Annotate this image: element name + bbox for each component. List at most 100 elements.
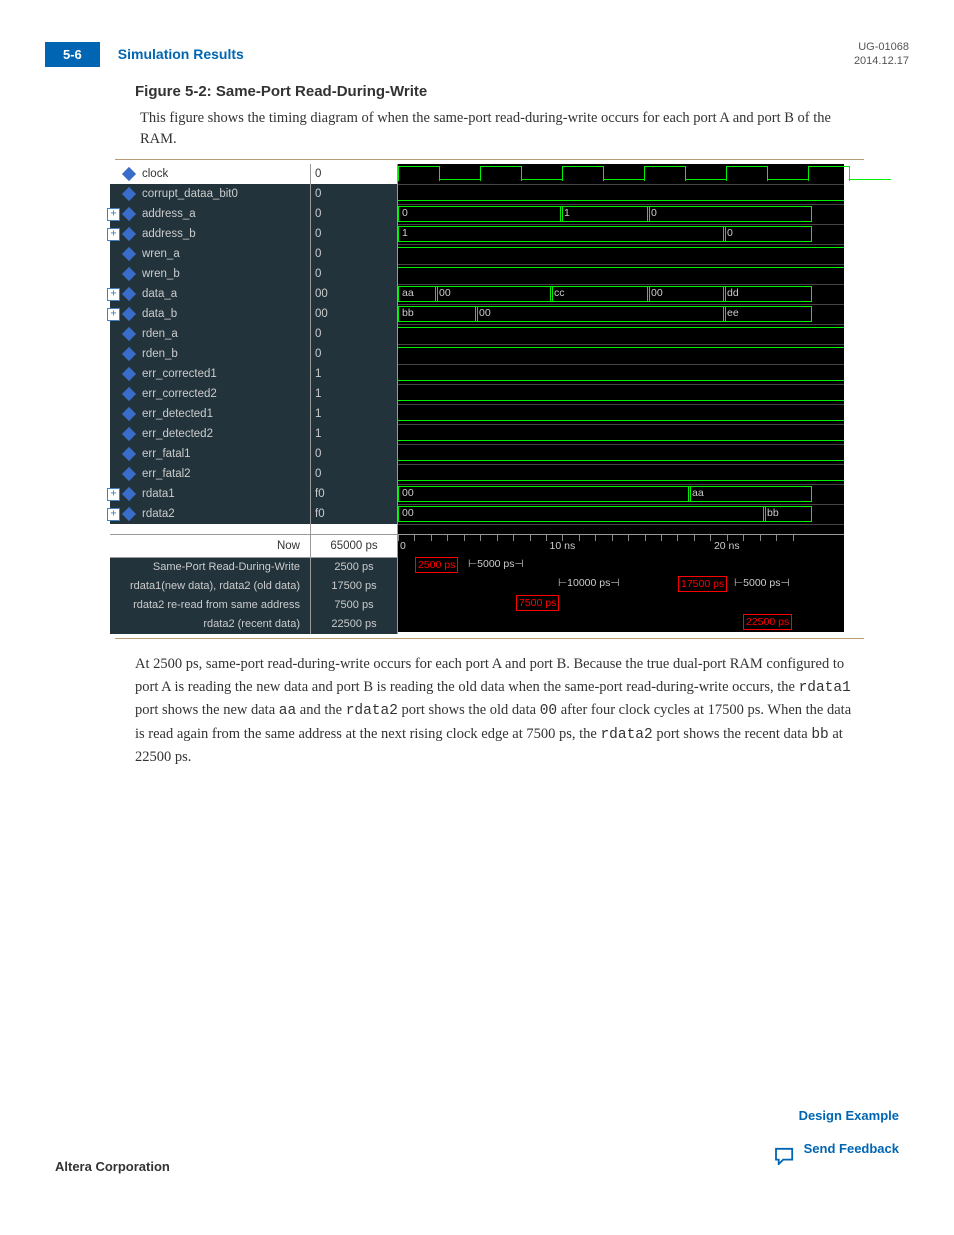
signal-name-clock[interactable]: clock [110,164,310,184]
signal-icon [122,347,136,361]
signal-value: f0 [311,484,397,504]
signal-value: 0 [311,344,397,364]
cursor-name[interactable]: rdata1(new data), rdata2 (old data) [110,577,310,596]
signal-icon [122,207,136,221]
signal-name-err_detected1[interactable]: err_detected1 [110,404,310,424]
design-example-link[interactable]: Design Example [774,1108,899,1123]
figure-bottom-rule [115,638,864,639]
signal-icon [122,407,136,421]
cursor-value: 7500 ps [311,596,397,615]
waveform-viewer: clockcorrupt_dataa_bit0+address_a+addres… [110,164,844,634]
wave-lane [398,364,844,385]
wave-lane [398,404,844,425]
signal-value: f0 [311,504,397,524]
signal-name-rdata1[interactable]: +rdata1 [110,484,310,504]
footer-company: Altera Corporation [55,1159,170,1174]
expand-icon[interactable]: + [107,208,120,221]
signal-name-wren_b[interactable]: wren_b [110,264,310,284]
signal-icon [122,247,136,261]
signal-value: 0 [311,164,397,184]
signal-name-rdata2[interactable]: +rdata2 [110,504,310,524]
expand-icon[interactable]: + [107,508,120,521]
wave-lane [398,424,844,445]
signal-value: 0 [311,444,397,464]
signal-value: 0 [311,264,397,284]
wave-lane: aa00cc00dd [398,284,844,305]
figure-caption: This figure shows the timing diagram of … [140,108,864,152]
signal-value: 00 [311,304,397,324]
wave-lane [398,324,844,345]
signal-icon [122,367,136,381]
wave-lane [398,464,844,485]
body-paragraph: At 2500 ps, same-port read-during-write … [135,653,864,768]
signal-value: 0 [311,204,397,224]
signal-icon [122,327,136,341]
page-footer: Altera Corporation Design Example Send F… [45,1108,909,1174]
signal-icon [122,427,136,441]
cursor-value: 2500 ps [311,558,397,577]
cursor-name[interactable]: rdata2 (recent data) [110,615,310,634]
send-feedback-link[interactable]: Send Feedback [804,1141,899,1156]
signal-value: 0 [311,324,397,344]
doc-date: 2014.12.17 [854,54,909,68]
wave-lane [398,384,844,405]
signal-name-err_fatal1[interactable]: err_fatal1 [110,444,310,464]
section-title: Simulation Results [118,46,244,62]
signal-name-address_b[interactable]: +address_b [110,224,310,244]
wave-lane: 00bb [398,504,844,525]
cursor-lane: 17500 ps⊢10000 ps⊣⊢5000 ps⊣ [398,575,844,594]
signal-value: 1 [311,384,397,404]
cursor-lane: 22500 ps [398,613,844,632]
cursor-name[interactable]: rdata2 re-read from same address [110,596,310,615]
wave-lane [398,444,844,465]
signal-name-rden_b[interactable]: rden_b [110,344,310,364]
feedback-icon[interactable] [774,1147,796,1168]
signal-name-corrupt_dataa_bit0[interactable]: corrupt_dataa_bit0 [110,184,310,204]
time-ruler: 010 ns20 ns [398,534,844,557]
signal-icon [122,187,136,201]
signal-value: 1 [311,424,397,444]
figure-title: Figure 5-2: Same-Port Read-During-Write [135,83,909,100]
cursor-lane: 7500 ps [398,594,844,613]
signal-icon [122,267,136,281]
wave-lane: 00aa [398,484,844,505]
signal-value: 0 [311,464,397,484]
signal-name-data_b[interactable]: +data_b [110,304,310,324]
signal-name-err_corrected2[interactable]: err_corrected2 [110,384,310,404]
signal-icon [122,227,136,241]
page-header: 5-6 Simulation Results UG-01068 2014.12.… [45,40,909,69]
signal-value: 0 [311,224,397,244]
wave-lane: 10 [398,224,844,245]
signal-value: 0 [311,244,397,264]
now-value: 65000 ps [311,534,397,558]
expand-icon[interactable]: + [107,488,120,501]
signal-icon [122,167,136,181]
expand-icon[interactable]: + [107,308,120,321]
signal-name-address_a[interactable]: +address_a [110,204,310,224]
signal-icon [122,447,136,461]
expand-icon[interactable]: + [107,228,120,241]
signal-icon [122,487,136,501]
figure-top-rule [115,159,864,160]
signal-name-data_a[interactable]: +data_a [110,284,310,304]
wave-lane [398,244,844,265]
signal-name-rden_a[interactable]: rden_a [110,324,310,344]
now-label: Now [110,534,310,558]
expand-icon[interactable]: + [107,288,120,301]
wave-lane [398,164,844,185]
signal-name-err_fatal2[interactable]: err_fatal2 [110,464,310,484]
signal-value: 1 [311,364,397,384]
signal-icon [122,507,136,521]
signal-icon [122,287,136,301]
wave-lane [398,264,844,285]
cursor-name[interactable]: Same-Port Read-During-Write [110,558,310,577]
doc-id: UG-01068 [854,40,909,54]
signal-name-err_corrected1[interactable]: err_corrected1 [110,364,310,384]
wave-lane: bb00ee [398,304,844,325]
signal-icon [122,387,136,401]
signal-icon [122,307,136,321]
signal-name-err_detected2[interactable]: err_detected2 [110,424,310,444]
wave-lane: 010 [398,204,844,225]
signal-name-wren_a[interactable]: wren_a [110,244,310,264]
cursor-value: 22500 ps [311,615,397,634]
